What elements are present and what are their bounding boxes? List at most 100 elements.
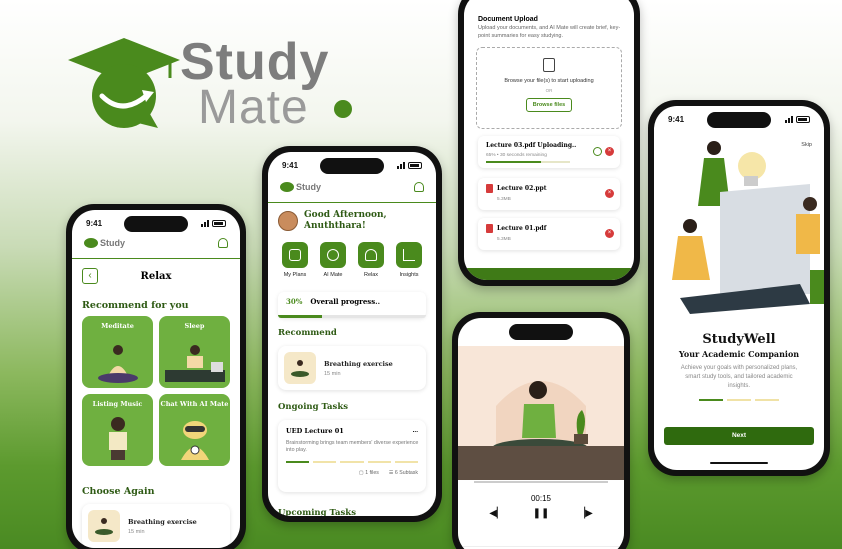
next-button[interactable]: Next — [664, 427, 814, 445]
generate-short-note-button[interactable] — [464, 268, 634, 280]
robot-illustration — [180, 421, 209, 460]
phone-relax: 9:41 Study ‹ Relax Recommend for you Med… — [66, 204, 246, 549]
card-chat-ai-mate[interactable]: Chat With AI Mate — [159, 394, 230, 466]
page-indicator — [654, 399, 824, 401]
task-title: UED Lecture 01 — [286, 427, 344, 435]
close-icon[interactable]: × — [605, 189, 614, 198]
recommend-heading: Recommend — [278, 328, 337, 338]
greeting: Good Afternoon, Anuththara! — [278, 210, 428, 232]
dynamic-island — [707, 112, 771, 128]
bell-icon[interactable] — [414, 182, 424, 192]
skip-forward-icon[interactable]: ▕▶︎ — [577, 508, 592, 519]
recommend-item[interactable]: Breathing exercise 15 min — [278, 346, 426, 390]
graduation-cap-logo-icon — [68, 38, 180, 128]
home-screen: 9:41 Study Good Afternoon, Anuththara! M… — [268, 152, 436, 516]
skip-back-icon[interactable]: ◀︎▏ — [489, 508, 504, 519]
yoga-icon — [358, 242, 384, 268]
close-icon[interactable]: × — [605, 147, 614, 156]
upload-description: Upload your documents, and AI Mate will … — [478, 25, 621, 39]
logo-dot — [334, 100, 352, 118]
phone-home: 9:41 Study Good Afternoon, Anuththara! M… — [262, 146, 442, 522]
choose-again-heading: Choose Again — [82, 486, 155, 497]
file-item-uploading[interactable]: Lecture 03.pdf Uploading.. 65% • 30 seco… — [478, 136, 620, 168]
upload-progress-fill — [486, 161, 541, 163]
phone-player: 00:15 ◀︎▏ ❚❚ ▕▶︎ — [452, 312, 630, 549]
home-indicator — [710, 462, 768, 464]
battery-icon — [796, 115, 810, 123]
dynamic-island — [320, 158, 384, 174]
quick-ai-mate[interactable]: AI Mate — [314, 242, 352, 278]
task-description: Brainstorming brings team members' diver… — [286, 440, 419, 453]
onboarding-subtitle: Your Academic Companion — [678, 349, 800, 359]
file-add-icon — [543, 58, 555, 72]
ppt-file-icon — [486, 184, 493, 193]
upcoming-heading: Upcoming Tasks — [278, 508, 356, 516]
recommend-heading: Recommend for you — [82, 300, 189, 311]
avatar[interactable] — [278, 211, 298, 231]
player-screen: 00:15 ◀︎▏ ❚❚ ▕▶︎ — [458, 318, 624, 549]
browse-files-button[interactable]: Browse files — [525, 98, 573, 112]
card-meditate[interactable]: Meditate — [82, 316, 153, 388]
mini-logo: Study — [280, 182, 321, 192]
onboarding-description: Achieve your goals with personalized pla… — [680, 365, 798, 389]
card-listing-music[interactable]: Listing Music — [82, 394, 153, 466]
quick-insights[interactable]: Insights — [390, 242, 428, 278]
upload-title: Document Upload — [478, 16, 538, 23]
atom-icon — [320, 242, 346, 268]
cap-icon — [280, 182, 294, 192]
quick-my-plans[interactable]: My Plans — [276, 242, 314, 278]
ongoing-heading: Ongoing Tasks — [278, 402, 348, 412]
progress-percent: 30% — [286, 297, 303, 306]
yoga-thumbnail — [88, 510, 120, 542]
check-icon — [593, 147, 602, 156]
phone-upload: Document Upload Upload your documents, a… — [458, 0, 640, 286]
floor — [458, 446, 624, 480]
list-item[interactable]: Breathing exercise 15 min — [82, 504, 230, 548]
relax-card-grid: Meditate Sleep Listing Music Chat With A… — [82, 316, 230, 466]
pause-icon[interactable]: ❚❚ — [533, 508, 550, 519]
yoga-thumbnail — [284, 352, 316, 384]
sleep-illustration — [164, 345, 225, 382]
playback-controls: ◀︎▏ ❚❚ ▕▶︎ — [458, 508, 624, 519]
close-icon[interactable]: × — [605, 229, 614, 238]
cap-icon — [84, 238, 98, 248]
upload-screen: Document Upload Upload your documents, a… — [464, 0, 634, 280]
studymate-logo: Study Mate — [62, 30, 362, 134]
task-progress-segments — [286, 461, 419, 463]
page-dot — [755, 399, 779, 401]
files-count: ▢ 1 files — [358, 470, 379, 476]
greeting-line2: Anuththara! — [304, 221, 366, 231]
students-illustration — [672, 141, 824, 314]
divider — [72, 258, 240, 259]
mini-logo: Study — [84, 238, 125, 248]
page-dot — [727, 399, 751, 401]
relax-screen: 9:41 Study ‹ Relax Recommend for you Med… — [72, 210, 240, 548]
greeting-line1: Good Afternoon, — [304, 210, 387, 220]
status-time: 9:41 — [668, 114, 685, 124]
subtask-count: ☰ 6 Subtask — [388, 470, 418, 476]
quick-actions: My Plans AI Mate Relax Insights — [276, 242, 428, 278]
quick-relax[interactable]: Relax — [352, 242, 390, 278]
logo-word-mate: Mate — [198, 81, 309, 134]
dynamic-island — [509, 324, 573, 340]
overall-progress-card[interactable]: 30% Overall progress.. — [278, 292, 426, 318]
card-sleep[interactable]: Sleep — [159, 316, 230, 388]
music-illustration — [108, 417, 127, 460]
pdf-file-icon — [486, 224, 493, 233]
page-title: Relax — [140, 271, 172, 282]
signal-icon — [397, 161, 405, 169]
calendar-icon — [282, 242, 308, 268]
meditate-illustration — [97, 345, 138, 383]
playback-track[interactable] — [474, 481, 608, 483]
signal-icon — [785, 115, 793, 123]
bell-icon[interactable] — [218, 238, 228, 248]
onboarding-screen: 9:41 Skip StudyWell Your Academic Compan… — [654, 106, 824, 470]
more-icon[interactable]: ... — [413, 427, 418, 435]
progress-fill — [278, 315, 323, 318]
progress-label: Overall progress.. — [310, 297, 381, 306]
file-item[interactable]: Lecture 02.ppt 5.3MB × — [478, 178, 620, 210]
page-dot-active — [699, 399, 723, 401]
file-item[interactable]: Lecture 01.pdf 5.3MB × — [478, 218, 620, 250]
task-card[interactable]: UED Lecture 01... Brainstorming brings t… — [278, 420, 426, 492]
file-drop-zone[interactable]: Browse your file(s) to start uploading O… — [476, 47, 622, 129]
